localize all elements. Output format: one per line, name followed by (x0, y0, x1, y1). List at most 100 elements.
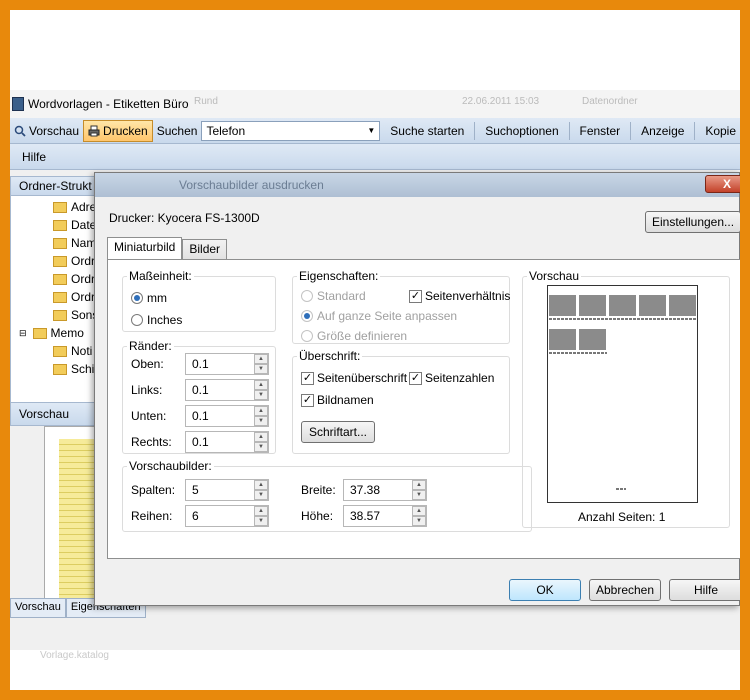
spin-down-icon[interactable]: ▼ (412, 516, 426, 526)
radio-mm[interactable]: mm (131, 291, 167, 305)
folder-icon (53, 201, 67, 213)
spinner[interactable]: ▲ ▼ (254, 380, 268, 400)
columns-label: Spalten: (131, 483, 176, 497)
width-value: 37.38 (350, 483, 381, 497)
hilfe-button[interactable]: Hilfe (669, 579, 740, 601)
radio-standard[interactable]: Standard (301, 289, 366, 303)
spin-up-icon[interactable]: ▲ (412, 506, 426, 516)
spin-down-icon[interactable]: ▼ (254, 516, 268, 526)
spinner[interactable]: ▲ ▼ (254, 432, 268, 452)
spin-up-icon[interactable]: ▲ (254, 380, 268, 390)
search-combo[interactable]: Telefon ▼ (201, 120, 381, 141)
radio-button[interactable] (131, 314, 143, 326)
kopie-menu[interactable]: Kopie (701, 120, 740, 142)
radio-inches-label: Inches (147, 313, 183, 327)
margin-top-input[interactable]: 0.1 ▲ ▼ (185, 353, 269, 375)
margin-right-label: Rechts: (131, 435, 172, 449)
drucken-button[interactable]: Drucken (83, 119, 153, 142)
spin-down-icon[interactable]: ▼ (254, 490, 268, 500)
checkmark-icon[interactable]: ✓ (301, 393, 314, 407)
preview-cell (549, 329, 576, 350)
rows-input[interactable]: 6 ▲ ▼ (185, 505, 269, 527)
collapse-icon[interactable]: ⊟ (19, 328, 27, 339)
checkbox-page-heading[interactable]: ✓ Seitenüberschrift (301, 371, 407, 385)
suchoptionen-button[interactable]: Suchoptionen (481, 120, 562, 142)
heading-group: Überschrift: ✓ Seitenüberschrift ✓ Seitenz… (292, 349, 510, 454)
margin-bottom-input[interactable]: 0.1 ▲ ▼ (185, 405, 269, 427)
suchen-label: Suchen (156, 123, 198, 138)
abbrechen-button[interactable]: Abbrechen (589, 579, 661, 601)
tab-vorschau[interactable]: Vorschau (10, 598, 66, 618)
spin-down-icon[interactable]: ▼ (254, 390, 268, 400)
spinner[interactable]: ▲ ▼ (254, 406, 268, 426)
spin-down-icon[interactable]: ▼ (254, 416, 268, 426)
preview-page-number (616, 488, 626, 490)
spin-down-icon[interactable]: ▼ (254, 364, 268, 374)
spinner[interactable]: ▲ ▼ (412, 480, 426, 500)
radio-inches[interactable]: Inches (131, 313, 182, 327)
folder-icon (53, 273, 67, 285)
radio-button[interactable] (301, 290, 313, 302)
width-input[interactable]: 37.38 ▲ ▼ (343, 479, 427, 501)
radio-define-size-label: Größe definieren (317, 329, 408, 343)
checkbox-image-names[interactable]: ✓ Bildnamen (301, 393, 374, 407)
tree-item-label: Memo (50, 326, 84, 340)
preview-cell (609, 295, 636, 316)
rows-label: Reihen: (131, 509, 173, 523)
spin-down-icon[interactable]: ▼ (254, 442, 268, 452)
preview-cell (579, 329, 606, 350)
screenshot-frame: Wordvorlagen - Etiketten Büro Rund 22.06… (10, 10, 740, 690)
suche-starten-button[interactable]: Suche starten (386, 120, 468, 142)
width-label: Breite: (301, 483, 336, 497)
spinner[interactable]: ▲ ▼ (254, 506, 268, 526)
spin-up-icon[interactable]: ▲ (254, 480, 268, 490)
fenster-menu[interactable]: Fenster (576, 120, 625, 142)
margin-right-input[interactable]: 0.1 ▲ ▼ (185, 431, 269, 453)
radio-button[interactable] (301, 330, 313, 342)
spinner[interactable]: ▲ ▼ (254, 480, 268, 500)
checkmark-icon[interactable]: ✓ (301, 371, 314, 385)
einstellungen-button[interactable]: Einstellungen... (645, 211, 740, 233)
radio-button[interactable] (301, 310, 313, 322)
page-preview (547, 285, 698, 503)
checkmark-icon[interactable]: ✓ (409, 289, 422, 303)
properties-label: Eigenschaften: (297, 269, 381, 283)
spin-up-icon[interactable]: ▲ (412, 480, 426, 490)
spin-up-icon[interactable]: ▲ (254, 506, 268, 516)
tab-miniaturbild[interactable]: Miniaturbild (107, 237, 183, 259)
radio-fit-page[interactable]: Auf ganze Seite anpassen (301, 309, 457, 323)
thumbs-group: Vorschaubilder: Spalten: 5 ▲ ▼ Reihen: 6 ▲ ▼… (122, 459, 532, 532)
spinner[interactable]: ▲ ▼ (412, 506, 426, 526)
heading-label: Überschrift: (297, 349, 363, 363)
ok-button[interactable]: OK (509, 579, 581, 601)
folder-icon (53, 255, 67, 267)
checkbox-page-numbers[interactable]: ✓ Seitenzahlen (409, 371, 494, 385)
margin-left-input[interactable]: 0.1 ▲ ▼ (185, 379, 269, 401)
toolbar-separator (568, 121, 570, 140)
spin-up-icon[interactable]: ▲ (254, 432, 268, 442)
height-input[interactable]: 38.57 ▲ ▼ (343, 505, 427, 527)
spin-down-icon[interactable]: ▼ (412, 490, 426, 500)
radio-fit-page-label: Auf ganze Seite anpassen (317, 309, 458, 323)
margin-top-label: Oben: (131, 357, 164, 371)
schriftart-button[interactable]: Schriftart... (301, 421, 375, 443)
vorschau-button[interactable]: Vorschau (10, 120, 83, 142)
spinner[interactable]: ▲ ▼ (254, 354, 268, 374)
chevron-down-icon[interactable]: ▼ (367, 126, 375, 135)
spin-up-icon[interactable]: ▲ (254, 406, 268, 416)
aspect-ratio-label: Seitenverhältnis (425, 289, 511, 303)
radio-button[interactable] (131, 292, 143, 304)
tab-bilder[interactable]: Bilder (182, 239, 228, 259)
folder-icon (53, 237, 67, 249)
radio-define-size[interactable]: Größe definieren (301, 329, 407, 343)
close-button[interactable]: X (705, 175, 740, 193)
checkbox-aspect-ratio[interactable]: ✓ Seitenverhältnis (409, 289, 510, 303)
checkmark-icon[interactable]: ✓ (409, 371, 422, 385)
anzeige-menu[interactable]: Anzeige (637, 120, 688, 142)
margins-label: Ränder: (127, 339, 174, 353)
preview-caption-line (549, 318, 697, 320)
hilfe-menu[interactable]: Hilfe (22, 150, 46, 164)
margin-top-value: 0.1 (192, 357, 209, 371)
spin-up-icon[interactable]: ▲ (254, 354, 268, 364)
columns-input[interactable]: 5 ▲ ▼ (185, 479, 269, 501)
